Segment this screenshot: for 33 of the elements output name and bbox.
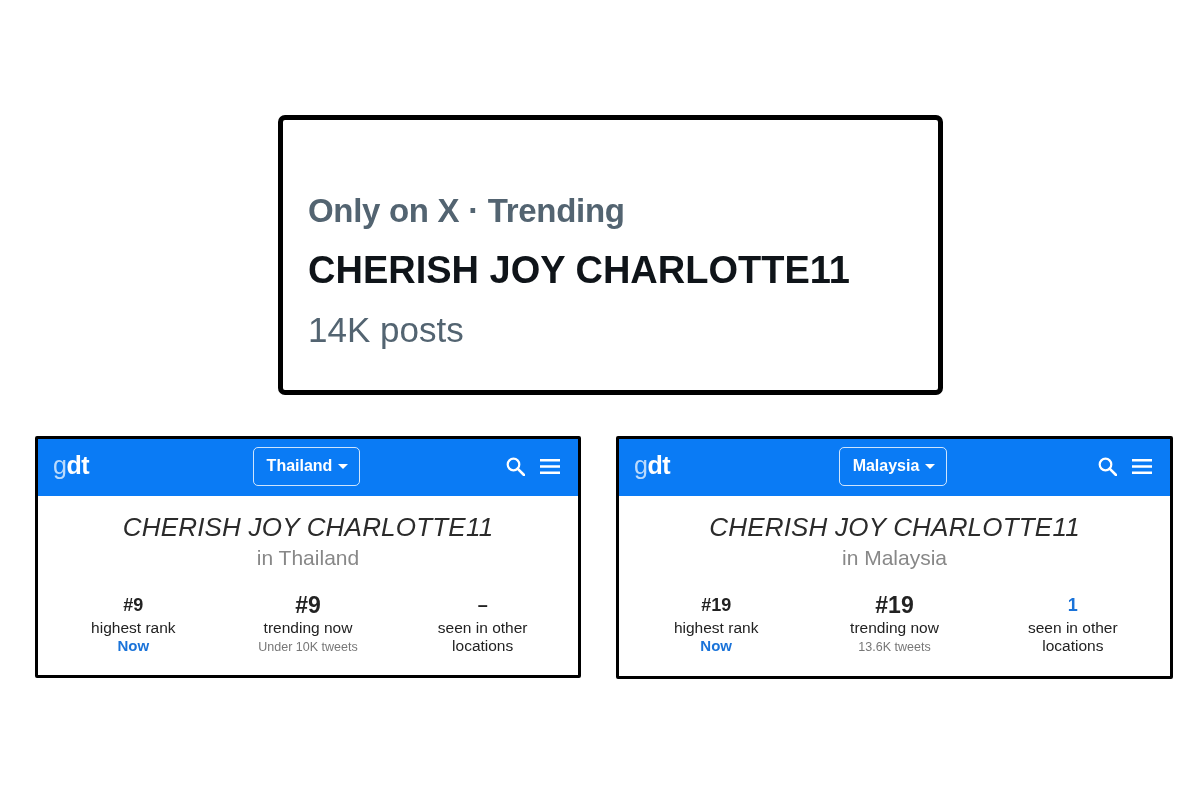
stat-value: – — [477, 594, 488, 617]
tweet-count: 13.6K tweets — [858, 639, 931, 656]
trend-title: CHERISH JOY CHARLOTTE11 — [308, 248, 850, 292]
trend-title: CHERISH JOY CHARLOTTE11 — [709, 512, 1080, 542]
trend-context: Only on X · Trending — [308, 192, 625, 230]
post-count: 14K posts — [308, 310, 464, 350]
stat-value: #9 — [295, 592, 321, 618]
location-line: in Malaysia — [841, 545, 947, 571]
stat-link[interactable]: Now — [117, 637, 150, 655]
search-icon[interactable] — [1098, 456, 1117, 476]
location-dropdown[interactable]: Malaysia — [838, 446, 948, 486]
trend-title: CHERISH JOY CHARLOTTE11 — [122, 512, 494, 542]
stat-link[interactable]: Now — [700, 637, 732, 655]
caret-icon — [338, 463, 349, 469]
location-line: in Thailand — [256, 545, 360, 571]
app-logo[interactable]: gdt — [53, 449, 89, 480]
stat-value: #19 — [875, 592, 914, 618]
location-dropdown[interactable]: Thailand — [252, 446, 361, 486]
stat-label: trending now — [850, 619, 939, 637]
stat-label: seen in other locations — [1027, 619, 1119, 655]
caret-icon — [925, 463, 936, 469]
stat-value: #9 — [123, 594, 144, 617]
menu-icon[interactable] — [1132, 458, 1152, 474]
search-icon[interactable] — [506, 456, 525, 476]
stat-label: trending now — [263, 619, 353, 637]
stat-value: #19 — [701, 594, 732, 617]
menu-icon[interactable] — [540, 458, 560, 474]
stat-label: highest rank — [91, 619, 176, 637]
stat-label: seen in other locations — [436, 619, 529, 655]
stat-label: highest rank — [673, 619, 759, 637]
app-logo[interactable]: gdt — [634, 449, 670, 480]
tweet-count: Under 10K tweets — [258, 639, 358, 656]
stat-link[interactable]: 1 — [1067, 592, 1078, 618]
